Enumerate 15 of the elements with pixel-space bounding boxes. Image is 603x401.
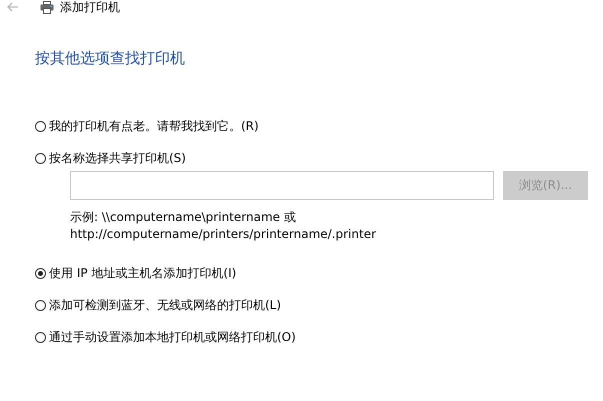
- window-title: 添加打印机: [60, 0, 120, 16]
- radio-option[interactable]: 我的打印机有点老。请帮我找到它。(R): [35, 117, 259, 135]
- radio-option[interactable]: 添加可检测到蓝牙、无线或网络的打印机(L): [35, 296, 282, 314]
- radio-button[interactable]: [35, 152, 46, 164]
- radio-button[interactable]: [35, 300, 46, 310]
- radio-option[interactable]: 使用 IP 地址或主机名添加打印机(I): [35, 264, 236, 282]
- radio-button[interactable]: [35, 120, 46, 132]
- printer-name-field[interactable]: [70, 171, 494, 200]
- page-heading: 按其他选项查找打印机: [35, 48, 186, 68]
- example-text: http://computername/printers/printername/.printer: [70, 226, 378, 243]
- radio-option[interactable]: 按名称选择共享打印机(S): [35, 149, 186, 167]
- radio-button[interactable]: [35, 268, 46, 278]
- radio-button[interactable]: [35, 332, 46, 342]
- example-text: 示例: \\computername\printername 或: [70, 209, 297, 226]
- radio-option[interactable]: 通过手动设置添加本地打印机或网络打印机(O): [35, 328, 296, 346]
